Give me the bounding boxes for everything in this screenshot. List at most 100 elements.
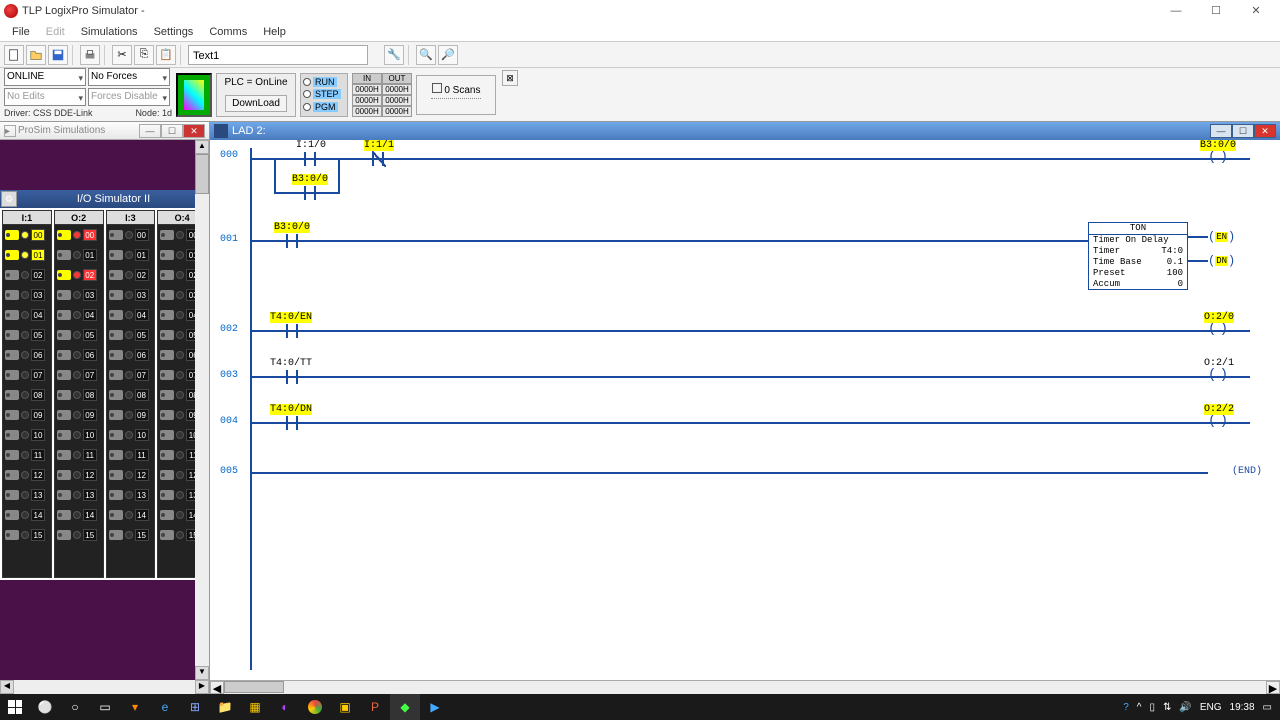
io-bit-row[interactable]: 00 [3, 225, 51, 245]
io-bit-row[interactable]: 14 [107, 505, 155, 525]
io-bit-row[interactable]: 13 [55, 485, 103, 505]
task-powerpoint[interactable]: P [360, 694, 390, 720]
io-switch[interactable] [5, 470, 19, 480]
close-button[interactable]: ✕ [1236, 1, 1276, 21]
contact-xic[interactable] [282, 324, 302, 338]
task-app-5[interactable]: ▶ [420, 694, 450, 720]
io-bit-row[interactable]: 04 [3, 305, 51, 325]
io-bit-row[interactable]: 02 [107, 265, 155, 285]
save-button[interactable] [48, 45, 68, 65]
contact-xic[interactable] [282, 370, 302, 384]
io-switch[interactable] [160, 470, 174, 480]
io-bit-row[interactable]: 00 [107, 225, 155, 245]
io-bit-row[interactable]: 04 [107, 305, 155, 325]
io-switch[interactable] [5, 370, 19, 380]
timer-instruction[interactable]: TON Timer On Delay TimerT4:0 Time Base0.… [1088, 222, 1188, 290]
search-button[interactable]: ⚪ [30, 694, 60, 720]
task-app-2[interactable]: ▦ [240, 694, 270, 720]
io-switch[interactable] [5, 290, 19, 300]
io-bit-row[interactable]: 11 [107, 445, 155, 465]
io-bit-row[interactable]: 07 [107, 365, 155, 385]
io-switch[interactable] [160, 350, 174, 360]
task-edge[interactable]: e [150, 694, 180, 720]
io-bit-row[interactable]: 10 [107, 425, 155, 445]
menu-comms[interactable]: Comms [201, 26, 255, 38]
ladder-min-button[interactable]: — [1210, 124, 1232, 138]
contact-xic[interactable] [282, 416, 302, 430]
io-switch[interactable] [160, 450, 174, 460]
coil-ote[interactable] [1208, 416, 1228, 430]
tray-time[interactable]: 19:38 [1230, 702, 1255, 713]
ladder-canvas[interactable]: 000 I:1/0 I:1/1 B3:0/0 B3:0/0 001 B3:0/0 [210, 140, 1280, 680]
io-switch[interactable] [160, 430, 174, 440]
io-bit-row[interactable]: 11 [55, 445, 103, 465]
io-bit-row[interactable]: 10 [3, 425, 51, 445]
io-switch[interactable] [5, 430, 19, 440]
io-switch[interactable] [5, 330, 19, 340]
menu-simulations[interactable]: Simulations [73, 26, 146, 38]
task-app-3[interactable]: ◐ [270, 694, 300, 720]
io-switch[interactable] [57, 390, 71, 400]
contact-xic[interactable] [300, 152, 320, 166]
start-button[interactable] [0, 694, 30, 720]
io-bit-row[interactable]: 09 [3, 405, 51, 425]
io-switch[interactable] [57, 270, 71, 280]
io-bit-row[interactable]: 01 [55, 245, 103, 265]
io-bit-row[interactable]: 05 [55, 325, 103, 345]
new-button[interactable] [4, 45, 24, 65]
io-switch[interactable] [109, 510, 123, 520]
io-switch[interactable] [57, 290, 71, 300]
close-panel-button[interactable]: ⊠ [502, 70, 518, 86]
io-switch[interactable] [160, 230, 174, 240]
ladder-hscroll[interactable]: ◀▶ [210, 680, 1280, 694]
task-store[interactable]: ⊞ [180, 694, 210, 720]
prosim-close-button[interactable]: ✕ [183, 124, 205, 138]
cortana-button[interactable]: ○ [60, 694, 90, 720]
io-switch[interactable] [5, 510, 19, 520]
io-bit-row[interactable]: 09 [55, 405, 103, 425]
io-switch[interactable] [160, 410, 174, 420]
tray-lang[interactable]: ENG [1200, 702, 1222, 713]
prosim-max-button[interactable]: ☐ [161, 124, 183, 138]
io-bit-row[interactable]: 05 [107, 325, 155, 345]
io-bit-row[interactable]: 07 [3, 365, 51, 385]
io-switch[interactable] [57, 470, 71, 480]
io-bit-row[interactable]: 10 [55, 425, 103, 445]
io-switch[interactable] [109, 530, 123, 540]
io-bit-row[interactable]: 06 [107, 345, 155, 365]
io-bit-row[interactable]: 14 [55, 505, 103, 525]
io-switch[interactable] [109, 310, 123, 320]
io-switch[interactable] [109, 410, 123, 420]
io-bit-row[interactable]: 03 [3, 285, 51, 305]
mode-pgm-radio[interactable] [303, 103, 311, 111]
io-bit-row[interactable]: 01 [3, 245, 51, 265]
io-switch[interactable] [160, 270, 174, 280]
io-switch[interactable] [5, 390, 19, 400]
zoom-out-button[interactable]: 🔎 [438, 45, 458, 65]
forces-combo[interactable]: No Forces [88, 68, 170, 86]
io-switch[interactable] [109, 290, 123, 300]
tray-network-icon[interactable]: ⇅ [1163, 702, 1171, 713]
io-switch[interactable] [57, 370, 71, 380]
prosim-min-button[interactable]: — [139, 124, 161, 138]
io-bit-row[interactable]: 09 [107, 405, 155, 425]
coil-ote[interactable] [1208, 370, 1228, 384]
io-bit-row[interactable]: 11 [3, 445, 51, 465]
menu-help[interactable]: Help [255, 26, 294, 38]
io-switch[interactable] [57, 430, 71, 440]
mode-run-radio[interactable] [303, 78, 311, 86]
io-bit-row[interactable]: 03 [107, 285, 155, 305]
cut-button[interactable]: ✂ [112, 45, 132, 65]
task-logixpro[interactable]: ◆ [390, 694, 420, 720]
io-switch[interactable] [5, 350, 19, 360]
io-switch[interactable] [57, 230, 71, 240]
io-bit-row[interactable]: 00 [55, 225, 103, 245]
io-bit-row[interactable]: 06 [55, 345, 103, 365]
io-bit-row[interactable]: 07 [55, 365, 103, 385]
task-app-4[interactable]: ▣ [330, 694, 360, 720]
io-bit-row[interactable]: 03 [55, 285, 103, 305]
io-switch[interactable] [109, 370, 123, 380]
menu-settings[interactable]: Settings [146, 26, 202, 38]
io-switch[interactable] [160, 290, 174, 300]
ladder-max-button[interactable]: ☐ [1232, 124, 1254, 138]
